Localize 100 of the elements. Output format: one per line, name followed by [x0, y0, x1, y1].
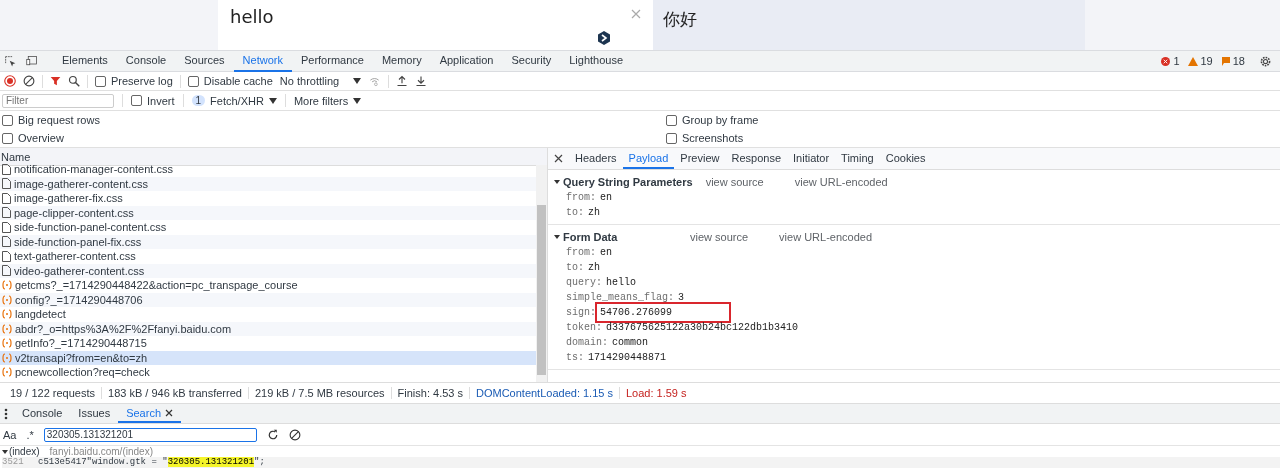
option-label[interactable]: Screenshots — [682, 132, 744, 144]
record-icon[interactable] — [4, 75, 16, 87]
drawer-tab[interactable]: Issues — [70, 404, 119, 423]
request-name: langdetect — [15, 308, 66, 321]
panel-tab[interactable]: Performance — [291, 50, 373, 72]
view-link[interactable]: view source — [690, 231, 749, 243]
document-icon — [2, 265, 11, 277]
detail-tab[interactable]: Headers — [569, 148, 623, 169]
type-filter-dropdown[interactable]: Fetch/XHR — [210, 94, 264, 107]
view-link[interactable]: view URL-encoded — [779, 231, 872, 243]
document-icon — [2, 236, 11, 248]
request-row[interactable]: side-function-panel-content.css — [0, 220, 536, 235]
result-file[interactable]: (index) — [9, 446, 40, 457]
option-label[interactable]: Overview — [18, 132, 64, 144]
checkbox[interactable] — [666, 132, 677, 144]
refresh-icon[interactable] — [266, 428, 279, 441]
device-icon[interactable] — [25, 55, 39, 67]
inspect-icon[interactable] — [4, 54, 17, 68]
section-title[interactable]: Query String Parameters — [563, 175, 693, 189]
detail-tab[interactable]: Cookies — [879, 148, 932, 169]
line-number: 3521 — [2, 457, 24, 468]
detail-tab[interactable]: Initiator — [787, 148, 836, 169]
request-row[interactable]: page-clipper-content.css — [0, 205, 536, 220]
detail-tab[interactable]: Preview — [674, 148, 726, 169]
option-label[interactable]: Group by frame — [682, 114, 759, 126]
option-label[interactable]: Big request rows — [18, 114, 100, 126]
request-row[interactable]: notification-manager-content.css — [0, 162, 536, 177]
view-link[interactable]: view URL-encoded — [794, 176, 888, 188]
checkbox[interactable] — [187, 75, 199, 87]
request-name: pcnewcollection?req=check — [15, 366, 150, 379]
request-row[interactable]: abdr?_o=https%3A%2F%2Ffanyi.baidu.com — [0, 321, 536, 336]
result-line[interactable]: c513e5417"window.gtk = "320305.131321201"; — [38, 457, 265, 468]
download-icon[interactable] — [415, 75, 428, 87]
request-row[interactable]: image-gatherer-fix.css — [0, 191, 536, 206]
flag-icon — [1220, 56, 1230, 66]
scrollbar[interactable] — [536, 165, 547, 382]
detail-tab[interactable]: Payload — [622, 148, 675, 169]
triangle-icon[interactable] — [554, 234, 560, 240]
match-case-toggle[interactable]: Aa — [3, 428, 17, 441]
param-value: d337675625122a30b24bc122db1b3410 — [606, 322, 799, 333]
panel-tab[interactable]: Network — [233, 50, 292, 72]
request-name: getInfo?_=1714290448715 — [15, 337, 147, 350]
drawer-tab[interactable]: Console — [14, 404, 71, 423]
disable-cache-label[interactable]: Disable cache — [203, 75, 273, 87]
warning-count[interactable]: 19 — [1200, 55, 1213, 67]
document-icon — [2, 163, 11, 175]
panel-tab[interactable]: Lighthouse — [560, 50, 633, 72]
panel-tab[interactable]: Elements — [53, 50, 117, 72]
checkbox[interactable] — [131, 95, 142, 106]
panel-tab[interactable]: Security — [502, 50, 561, 72]
error-count[interactable]: 1 — [1173, 55, 1180, 67]
throttling-dropdown[interactable]: No throttling — [279, 75, 340, 87]
panel-tab[interactable]: Application — [430, 50, 503, 72]
column-header[interactable]: Name — [1, 150, 31, 163]
status-text: DOMContentLoaded: 1.15 s — [470, 387, 620, 399]
panel-tab[interactable]: Memory — [372, 50, 431, 72]
invert-label[interactable]: Invert — [147, 94, 175, 107]
checkbox[interactable] — [666, 114, 677, 126]
filter-icon[interactable] — [50, 75, 61, 87]
detail-tab[interactable]: Response — [725, 148, 787, 169]
checkbox[interactable] — [2, 132, 13, 144]
request-row[interactable]: getInfo?_=1714290448715 — [0, 336, 536, 351]
upload-icon[interactable] — [396, 75, 409, 87]
settings-icon[interactable] — [1259, 54, 1272, 68]
request-row[interactable]: video-gatherer-content.css — [0, 263, 536, 278]
checkbox[interactable] — [2, 114, 13, 126]
detail-tab[interactable]: Timing — [835, 148, 880, 169]
source-text[interactable]: hello — [230, 6, 274, 44]
close-icon[interactable] — [554, 154, 563, 163]
preserve-log-label[interactable]: Preserve log — [111, 75, 173, 87]
request-row[interactable]: side-function-panel-fix.css — [0, 234, 536, 249]
more-icon[interactable] — [4, 407, 8, 420]
code-icon — [2, 338, 12, 349]
drawer-tab[interactable]: Search — [118, 404, 181, 423]
search-icon[interactable] — [68, 75, 80, 87]
clear-icon[interactable] — [288, 428, 301, 441]
regex-toggle[interactable]: .* — [26, 428, 34, 441]
more-filters-dropdown[interactable]: More filters — [293, 94, 349, 107]
search-field[interactable]: 320305.131321201 — [43, 427, 257, 442]
view-link[interactable]: view source — [705, 176, 764, 188]
request-row[interactable]: getcms?_=1714290448422&action=pc_transpage_course — [0, 278, 536, 293]
panel-tab[interactable]: Sources — [175, 50, 234, 72]
status-text: Finish: 4.53 s — [391, 387, 470, 399]
request-row[interactable]: langdetect — [0, 307, 536, 322]
filter-field[interactable]: Filter — [2, 93, 114, 108]
request-row[interactable]: pcnewcollection?req=check — [0, 365, 536, 380]
panel-tab[interactable]: Console — [116, 50, 176, 72]
section-title[interactable]: Form Data — [563, 230, 677, 244]
clear-icon[interactable] — [23, 75, 35, 87]
checkbox[interactable] — [95, 75, 106, 87]
triangle-icon[interactable] — [2, 448, 8, 455]
triangle-icon[interactable] — [554, 179, 560, 185]
request-row[interactable]: image-gatherer-content.css — [0, 176, 536, 191]
request-row[interactable]: text-gatherer-content.css — [0, 249, 536, 264]
issue-count[interactable]: 18 — [1232, 55, 1245, 67]
request-row[interactable]: v2transapi?from=en&to=zh — [0, 350, 536, 365]
code-icon — [2, 309, 12, 320]
close-icon[interactable] — [165, 408, 173, 417]
request-name: side-function-panel-content.css — [14, 221, 167, 234]
request-row[interactable]: config?_=1714290448706 — [0, 292, 536, 307]
